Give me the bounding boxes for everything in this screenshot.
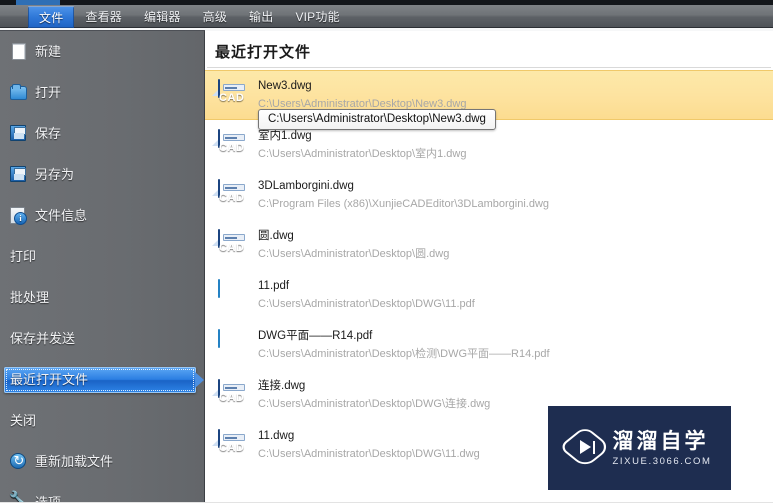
sidebar-item-print-label: 打印	[10, 249, 37, 264]
list-item[interactable]: PDF DWG平面——R14.pdf C:\Users\Administrato…	[205, 320, 773, 370]
cad-file-icon: CAD	[212, 179, 248, 210]
tab-viewer[interactable]: 查看器	[74, 5, 133, 28]
tab-advanced-label: 高级	[202, 10, 228, 24]
file-entry-text: 连接.dwg C:\Users\Administrator\Desktop\DW…	[258, 379, 490, 412]
title-divider	[207, 67, 771, 68]
sidebar-item-file-info[interactable]: 文件信息	[0, 195, 204, 236]
file-entry-text: 11.dwg C:\Users\Administrator\Desktop\DW…	[258, 429, 480, 462]
file-name: New3.dwg	[258, 79, 312, 92]
tab-vip[interactable]: VIP功能	[284, 5, 350, 28]
cad-file-icon: CAD	[212, 79, 248, 110]
file-name: 圆.dwg	[258, 229, 294, 242]
list-item[interactable]: CAD 圆.dwg C:\Users\Administrator\Desktop…	[205, 220, 773, 270]
file-entry-text: 圆.dwg C:\Users\Administrator\Desktop\圆.d…	[258, 229, 449, 262]
page-title: 最近打开文件	[215, 44, 312, 61]
file-path: C:\Users\Administrator\Desktop\DWG\11.dw…	[258, 447, 480, 460]
list-item[interactable]: CAD 3DLamborgini.dwg C:\Program Files (x…	[205, 170, 773, 220]
file-name: 连接.dwg	[258, 379, 306, 392]
sidebar-item-reload-label: 重新加载文件	[35, 454, 114, 469]
tab-advanced[interactable]: 高级	[192, 5, 238, 28]
file-path-tooltip: C:\Users\Administrator\Desktop\New3.dwg	[258, 109, 496, 130]
tab-viewer-label: 查看器	[85, 10, 123, 24]
sidebar-item-save[interactable]: 保存	[0, 113, 204, 154]
sidebar-item-save-as-label: 另存为	[35, 167, 75, 182]
sidebar-item-new-label: 新建	[35, 44, 62, 59]
file-entry-text: 室内1.dwg C:\Users\Administrator\Desktop\室…	[258, 129, 466, 162]
tab-file[interactable]: 文件	[28, 6, 75, 28]
file-info-icon	[10, 206, 28, 225]
sidebar-item-recent-files[interactable]: 最近打开文件	[4, 366, 204, 393]
sidebar-item-close-label: 关闭	[10, 413, 37, 428]
file-path: C:\Users\Administrator\Desktop\圆.dwg	[258, 247, 450, 260]
sidebar-item-file-info-label: 文件信息	[35, 208, 88, 223]
sidebar-item-recent-files-wrap: 最近打开文件	[0, 359, 204, 400]
tab-output-label: 输出	[249, 10, 274, 24]
tab-vip-label: VIP功能	[295, 10, 340, 24]
sidebar-item-new[interactable]: 新建	[0, 31, 204, 72]
file-path: C:\Users\Administrator\Desktop\DWG\连接.dw…	[258, 397, 491, 410]
sidebar-item-save-label: 保存	[35, 126, 62, 141]
cad-file-icon: CAD	[212, 229, 248, 260]
file-path: C:\Users\Administrator\Desktop\室内1.dwg	[258, 147, 467, 160]
file-path: C:\Users\Administrator\Desktop\DWG\11.pd…	[258, 297, 475, 310]
ribbon-tab-bar: 文件 查看器 编辑器 高级 输出 VIP功能	[0, 5, 773, 28]
tab-file-label: 文件	[39, 10, 64, 25]
application-window: 文件 查看器 编辑器 高级 输出 VIP功能 新建 打开 保存 另存为 文件信息	[0, 0, 773, 503]
sidebar-item-open[interactable]: 打开	[0, 72, 204, 113]
tab-editor[interactable]: 编辑器	[133, 5, 192, 28]
save-disk-icon	[10, 124, 28, 143]
cad-file-icon: CAD	[212, 379, 248, 410]
pdf-file-icon: PDF	[205, 279, 248, 310]
file-menu-sidebar: 新建 打开 保存 另存为 文件信息 打印 批处理 保存并发送	[0, 31, 205, 503]
file-entry-text: 3DLamborgini.dwg C:\Program Files (x86)\…	[258, 179, 549, 212]
sidebar-item-recent-files-label: 最近打开文件	[10, 372, 89, 387]
sidebar-item-options[interactable]: 选项	[0, 482, 204, 503]
sidebar-item-batch[interactable]: 批处理	[0, 277, 204, 318]
watermark-url: ZIXUE.3066.COM	[612, 455, 712, 467]
file-entry-text: 11.pdf C:\Users\Administrator\Desktop\DW…	[258, 279, 475, 312]
selection-arrow-icon	[195, 371, 204, 388]
tab-editor-label: 编辑器	[144, 10, 181, 24]
tab-output[interactable]: 输出	[238, 5, 284, 28]
cad-file-icon: CAD	[212, 129, 248, 160]
sidebar-item-save-and-send-label: 保存并发送	[10, 331, 76, 346]
file-name: 3DLamborgini.dwg	[258, 179, 354, 192]
file-entry-text: New3.dwg C:\Users\Administrator\Desktop\…	[258, 79, 466, 112]
save-as-disk-icon	[10, 165, 28, 184]
watermark-title: 溜溜自学	[612, 428, 709, 453]
sidebar-item-open-label: 打开	[35, 85, 62, 100]
tab-bar-left-spacer	[0, 5, 14, 28]
sidebar-item-save-as[interactable]: 另存为	[0, 154, 204, 195]
sidebar-item-save-and-send[interactable]: 保存并发送	[0, 318, 204, 359]
cad-file-icon: CAD	[212, 429, 248, 460]
sidebar-item-batch-label: 批处理	[10, 290, 50, 305]
reload-icon	[10, 452, 28, 471]
file-entry-text: DWG平面——R14.pdf C:\Users\Administrator\De…	[258, 329, 550, 362]
play-logo-icon	[557, 425, 612, 469]
file-path: C:\Program Files (x86)\XunjieCADEditor\3…	[258, 197, 550, 210]
pdf-file-icon: PDF	[205, 329, 248, 360]
sidebar-item-close[interactable]: 关闭	[0, 400, 204, 441]
list-item[interactable]: PDF 11.pdf C:\Users\Administrator\Deskto…	[205, 270, 773, 320]
file-path: C:\Users\Administrator\Desktop\检测\DWG平面—…	[258, 347, 550, 360]
watermark-overlay: 溜溜自学 ZIXUE.3066.COM	[548, 406, 731, 490]
sidebar-item-print[interactable]: 打印	[0, 236, 204, 277]
file-name: 室内1.dwg	[258, 129, 312, 142]
file-name: DWG平面——R14.pdf	[258, 329, 373, 342]
new-document-icon	[10, 42, 28, 61]
open-folder-icon	[10, 83, 28, 102]
sidebar-item-reload[interactable]: 重新加载文件	[0, 441, 204, 482]
file-name: 11.dwg	[258, 429, 295, 442]
file-name: 11.pdf	[258, 279, 290, 292]
